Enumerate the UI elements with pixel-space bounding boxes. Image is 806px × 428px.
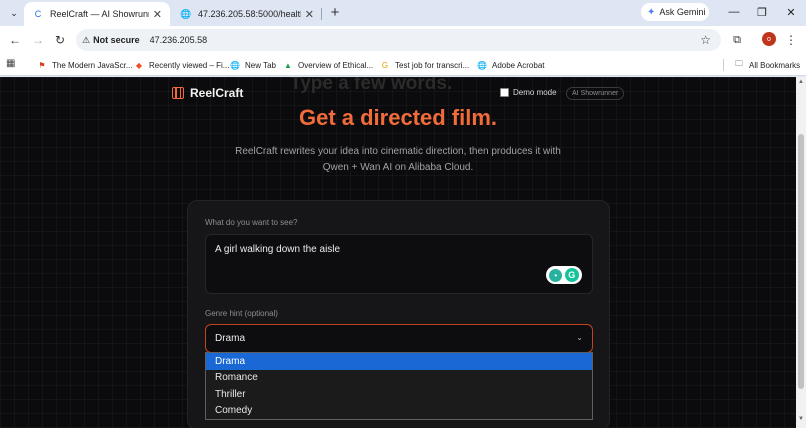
url-text[interactable]: 47.236.205.58 (150, 35, 208, 45)
brand-name: ReelCraft (190, 86, 244, 100)
bookmark-label: Overview of Ethical... (298, 60, 374, 70)
globe-icon: 🌐 (230, 60, 240, 70)
ask-gemini-button[interactable]: ✦ Ask Gemini (641, 3, 709, 21)
prompt-textarea[interactable]: A girl walking down the aisle • G (205, 234, 593, 294)
scrollbar-thumb[interactable] (798, 134, 804, 389)
folder-icon: 🗀 (735, 59, 743, 68)
reelcraft-favicon-icon: C (34, 9, 42, 19)
globe-icon: 🌐 (477, 60, 487, 70)
minimize-icon[interactable]: — (724, 3, 744, 21)
genre-option-thriller[interactable]: Thriller (206, 386, 592, 403)
genre-label: Genre hint (optional) (205, 309, 278, 318)
bookmark-label: Adobe Acrobat (492, 60, 545, 70)
warning-icon: ⚠ (82, 34, 91, 45)
tab-divider (321, 8, 322, 20)
bookmark-item[interactable]: 🌐 New Tab (230, 57, 276, 73)
hero-subtitle: ReelCraft rewrites your idea into cinema… (235, 146, 561, 173)
site-info-button[interactable]: ⚠ Not secure (82, 35, 140, 46)
bookmark-label: New Tab (245, 60, 276, 70)
chevron-down-icon: ⌄ (576, 333, 583, 342)
scroll-down-icon[interactable]: ▼ (798, 416, 804, 422)
demo-mode-label: Demo mode (513, 88, 557, 97)
close-icon[interactable]: ✕ (305, 8, 314, 21)
grammarly-widget[interactable]: • G (546, 266, 582, 284)
reload-icon[interactable]: ↻ (51, 31, 69, 49)
lightbulb-icon[interactable]: • (549, 268, 563, 282)
genre-option-romance[interactable]: Romance (206, 370, 592, 387)
genre-select[interactable]: Drama ⌄ (205, 324, 593, 353)
bookmark-star-icon[interactable]: ☆ (700, 33, 711, 47)
new-tab-icon[interactable]: + (327, 3, 343, 21)
film-logo-icon (172, 87, 184, 99)
tab-reelcraft[interactable]: C ReelCraft — AI Showrunner ✕ (24, 2, 170, 26)
bookmark-label: The Modern JavaScr... (52, 60, 133, 70)
profile-avatar[interactable]: o (762, 32, 776, 46)
globe-icon: 🌐 (180, 8, 192, 19)
prompt-label: What do you want to see? (205, 218, 298, 227)
back-icon[interactable]: ← (6, 31, 24, 49)
restore-icon[interactable]: ❐ (752, 3, 772, 21)
prompt-value: A girl walking down the aisle (215, 244, 341, 255)
upwork-icon: G (381, 60, 389, 70)
javascript-book-icon: ⚑ (38, 60, 46, 70)
genre-option-comedy[interactable]: Comedy (206, 403, 592, 420)
extensions-icon[interactable]: ⧉ (728, 31, 746, 49)
bookmark-item[interactable]: 🌐 Adobe Acrobat (477, 57, 544, 73)
drive-icon: ▲ (284, 60, 292, 70)
genre-dropdown-list: Drama Romance Thriller Comedy (205, 352, 593, 420)
bookmarks-divider (723, 59, 724, 71)
not-secure-label: Not secure (93, 35, 140, 45)
hero-title: Get a directed film. (298, 105, 498, 130)
tab-title: 47.236.205.58:5000/health (198, 9, 301, 19)
figma-icon: ◆ (135, 60, 143, 70)
tab-health[interactable]: 🌐 47.236.205.58:5000/health ✕ (172, 2, 322, 26)
forward-icon[interactable]: → (29, 31, 47, 49)
bookmark-item[interactable]: ▲ Overview of Ethical... (283, 57, 373, 73)
bookmark-item[interactable]: ◆ Recently viewed – Fi... (134, 57, 230, 73)
ask-gemini-label: Ask Gemini (659, 7, 706, 17)
all-bookmarks-label: All Bookmarks (749, 60, 801, 70)
scroll-up-icon[interactable]: ▲ (798, 79, 804, 85)
showrunner-badge: AI Showrunner (566, 87, 625, 100)
page-scrollbar[interactable]: ▲ ▼ (796, 77, 806, 428)
bookmark-item[interactable]: ⚑ The Modern JavaScr... (37, 57, 132, 73)
brand[interactable]: ReelCraft (172, 86, 243, 100)
bookmark-label: Recently viewed – Fi... (149, 60, 230, 70)
all-bookmarks-button[interactable]: 🗀 All Bookmarks (734, 57, 800, 73)
demo-mode-checkbox[interactable] (500, 88, 509, 97)
close-icon[interactable]: ✕ (153, 8, 162, 21)
bookmark-item[interactable]: G Test job for transcri... (380, 57, 469, 73)
apps-grid-icon[interactable]: ▦ (6, 58, 15, 69)
tab-strip: ⌄ C ReelCraft — AI Showrunner ✕ 🌐 47.236… (0, 0, 806, 26)
demo-mode-toggle[interactable]: Demo mode (500, 88, 557, 97)
bookmarks-bar: ▦ ⚑ The Modern JavaScr... ◆ Recently vie… (0, 54, 806, 76)
ghost-heading: Type a few words. (290, 77, 453, 94)
bookmark-label: Test job for transcri... (395, 60, 470, 70)
genre-selected-value: Drama (215, 333, 246, 344)
tab-search-icon[interactable]: ⌄ (5, 4, 23, 22)
address-bar[interactable]: ⚠ Not secure 47.236.205.58 ☆ (76, 29, 721, 51)
gemini-sparkle-icon: ✦ (647, 6, 656, 18)
tab-title: ReelCraft — AI Showrunner (50, 9, 149, 19)
browser-toolbar: ← → ↻ ⚠ Not secure 47.236.205.58 ☆ ⧉ o ⋮ (0, 26, 806, 54)
menu-kebab-icon[interactable]: ⋮ (784, 31, 798, 49)
window-close-icon[interactable]: ✕ (781, 3, 801, 21)
grammarly-icon[interactable]: G (564, 268, 579, 282)
genre-option-drama[interactable]: Drama (206, 353, 592, 370)
